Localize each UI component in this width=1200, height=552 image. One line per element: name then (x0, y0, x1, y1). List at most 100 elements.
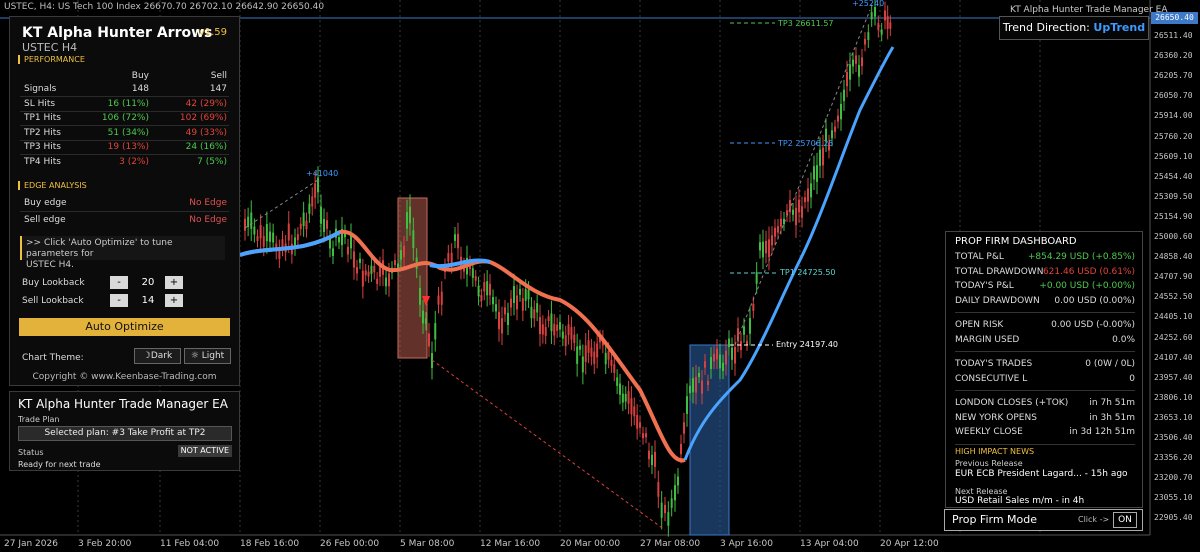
prop-row-value: in 7h 51m (1089, 398, 1135, 408)
price-tick: 24858.40 (1154, 252, 1193, 262)
candle-body (454, 234, 456, 241)
candle-body (870, 12, 873, 20)
buy-lookback-minus-button[interactable]: - (110, 276, 128, 289)
candle-body (533, 309, 536, 319)
prop-row: TODAY'S P&L +0.00 USD (+0.00%) (955, 280, 1135, 293)
candle-body (262, 235, 265, 247)
price-tick: 25914.00 (1154, 111, 1193, 121)
candle-body (771, 235, 773, 246)
price-tick: 24552.50 (1154, 292, 1193, 302)
entry-label: Entry 24197.40 (776, 340, 838, 349)
prop-row-value: 0.0% (1112, 334, 1135, 345)
buy-lookback-value[interactable]: 20 (133, 276, 163, 289)
prop-row-value: +0.00 USD (+0.00%) (1039, 281, 1135, 291)
candle-body (746, 340, 748, 345)
version-label: v1.59 (198, 27, 227, 38)
prop-row-label: OPEN RISK (955, 320, 1004, 330)
candle-body (843, 89, 845, 102)
candle-body (299, 223, 302, 230)
candle-body (244, 218, 246, 231)
candle-body (840, 103, 842, 120)
perf-row-buy: 51 (34%) (107, 127, 149, 138)
prop-row-value: 621.46 USD (0.61%) (1042, 266, 1135, 277)
candle-body (501, 318, 503, 334)
candle-body (302, 212, 305, 227)
auto-optimize-button[interactable]: Auto Optimize (19, 318, 230, 336)
candle-body (385, 277, 387, 287)
candle-body (370, 265, 373, 274)
ready-text: Ready for next trade (18, 460, 101, 469)
price-tick: 25000.60 (1154, 232, 1193, 241)
candle-body (880, 29, 883, 35)
candle-body (513, 286, 515, 303)
candle-body (610, 359, 613, 366)
sell-lookback-label: Sell Lookback (22, 296, 84, 306)
next-release-label: Next Release (955, 487, 1008, 496)
candle-body (281, 239, 284, 248)
candle-body (734, 347, 736, 364)
candle-body (412, 230, 415, 248)
price-tick: 25154.90 (1154, 211, 1193, 221)
hint-line-1: >> Click 'Auto Optimize' to tune paramet… (26, 238, 173, 259)
candle-body (613, 364, 616, 373)
candle-body (683, 422, 685, 434)
buy-edge-value: No Edge (189, 198, 227, 208)
sell-edge-label: Sell edge (24, 215, 66, 225)
tp3-label: TP3 26611.57 (778, 19, 834, 28)
tp1-label: TP1 24725.50 (780, 268, 836, 277)
candle-body (816, 165, 818, 182)
candle-body (621, 393, 624, 403)
price-tick: 24107.40 (1154, 352, 1193, 362)
next-release-value: USD Retail Sales m/m - in 4h (955, 496, 1085, 506)
candle-body (474, 276, 477, 281)
theme-dark-button[interactable]: ☽Dark (134, 348, 181, 364)
candle-body (689, 385, 691, 394)
sell-lookback-value[interactable]: 14 (133, 294, 163, 307)
trade-plan-select[interactable]: Selected plan: #3 Take Profit at TP2 (18, 426, 232, 441)
col-sell: Sell (210, 71, 227, 81)
candle-body (667, 512, 670, 526)
perf-row-sell: 102 (69%) (179, 113, 227, 123)
theme-light-button[interactable]: ☼ Light (184, 348, 231, 364)
ea-title-top: KT Alpha Hunter Trade Manager EA (1010, 5, 1168, 15)
divider (955, 312, 1135, 313)
candle-body (813, 166, 815, 180)
copyright[interactable]: Copyright © www.Keenbase-Trading.com (10, 372, 239, 382)
sell-edge-value: No Edge (189, 215, 227, 225)
prev-release-label: Previous Release (955, 459, 1023, 468)
prop-row-value: +854.29 USD (+0.85%) (1027, 252, 1135, 262)
candle-body (728, 338, 730, 348)
price-tick: 24707.90 (1154, 272, 1193, 282)
candle-body (716, 348, 718, 360)
candle-body (437, 295, 440, 305)
sell-lookback-minus-button[interactable]: - (110, 294, 128, 307)
candle-body (831, 130, 833, 139)
candle-body (587, 340, 590, 353)
candle-body (516, 295, 518, 310)
candle-body (581, 356, 584, 373)
prop-row-label: TOTAL P&L (955, 252, 1004, 262)
buy-lookback-plus-button[interactable]: + (165, 276, 183, 289)
candle-body (356, 267, 358, 274)
sell-lookback-plus-button[interactable]: + (165, 294, 183, 307)
price-tick: 25760.20 (1154, 131, 1193, 141)
price-tick: 22905.40 (1154, 513, 1193, 523)
candle-body (819, 149, 821, 166)
perf-row-label: Signals (24, 84, 57, 94)
candle-body (440, 291, 443, 305)
candle-body (317, 177, 319, 193)
candle-body (707, 380, 709, 386)
candle-body (504, 307, 506, 315)
candle-body (877, 23, 880, 31)
candle-body (329, 238, 331, 249)
candle-body (556, 324, 559, 331)
buy-edge-row: Buy edge No Edge (20, 196, 229, 210)
time-tick: 11 Feb 04:00 (160, 539, 220, 549)
buy-edge-label: Buy edge (24, 198, 67, 208)
prev-release-value: EUR ECB President Lagard... - 15h ago (955, 469, 1128, 479)
candle-body (332, 248, 334, 257)
candle-body (524, 289, 527, 301)
prop-mode-on-button[interactable]: ON (1113, 512, 1137, 528)
candle-body (792, 209, 794, 215)
sell-lookback-row: Sell Lookback - 14 + (22, 294, 232, 308)
